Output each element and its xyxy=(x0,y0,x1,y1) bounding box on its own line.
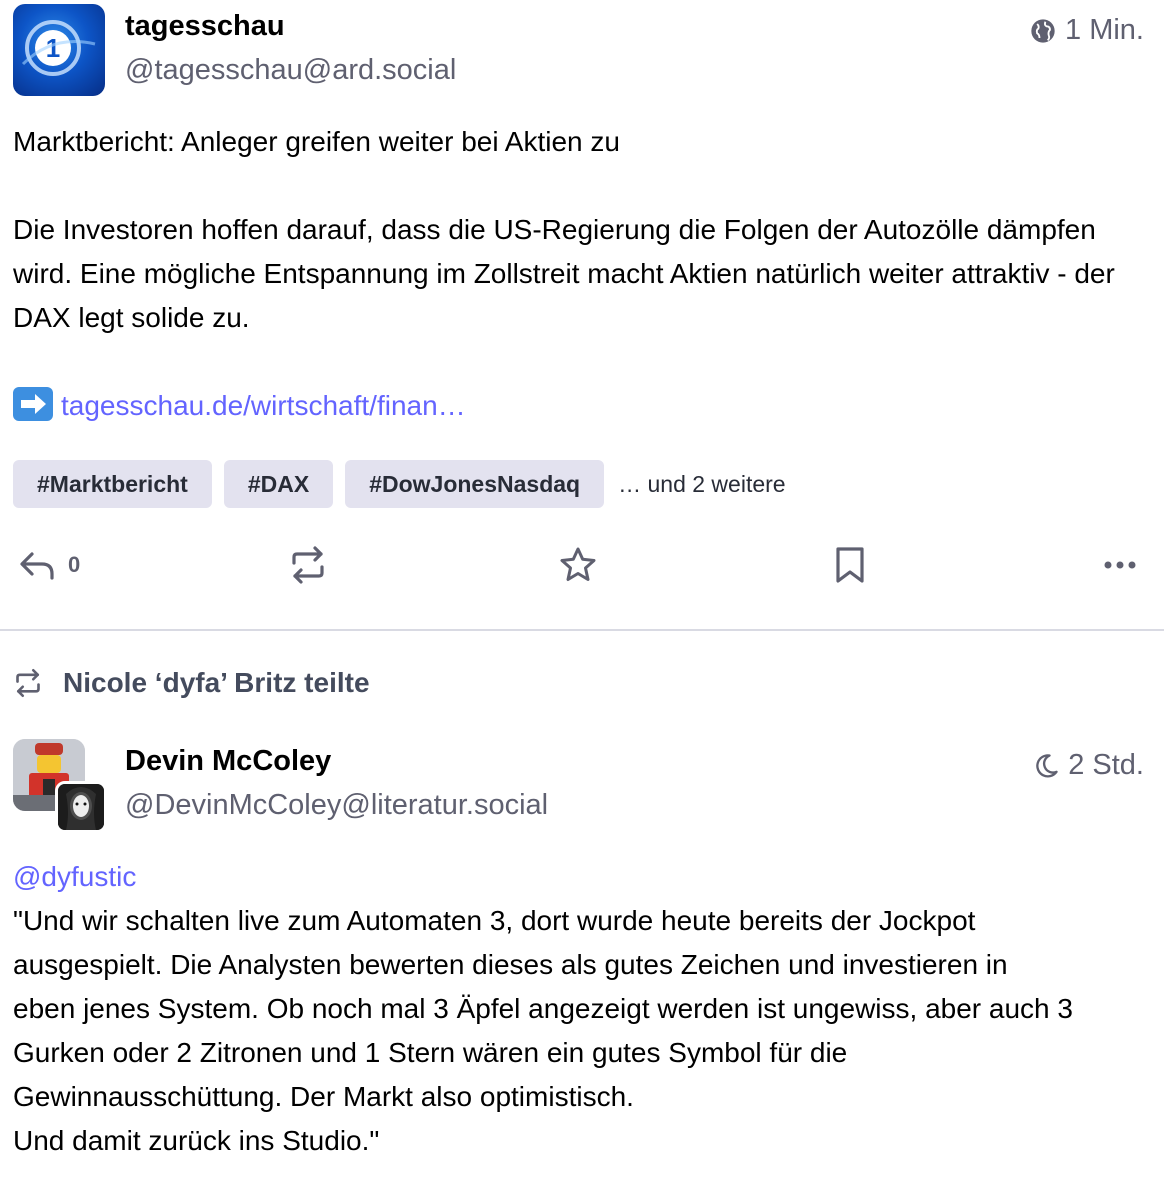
post-timestamp[interactable]: 2 Std. xyxy=(1032,749,1144,782)
hashtag-dax[interactable]: #DAX xyxy=(223,460,334,508)
reply-count: 0 xyxy=(68,552,81,577)
hashtag-more[interactable]: … und 2 weitere xyxy=(618,471,785,498)
hashtag-dowjonesnasdaq[interactable]: #DowJonesNasdaq xyxy=(345,460,605,508)
content-line: eben jenes System. Ob noch mal 3 Äpfel a… xyxy=(13,993,1073,1024)
status-devin-mccoley[interactable]: Nicole ‘dyfa’ Britz teilte Devin McColey… xyxy=(0,631,1164,1198)
hashtag-marktbericht[interactable]: #Marktbericht xyxy=(13,460,212,508)
moon-icon xyxy=(1036,753,1058,778)
bookmark-icon xyxy=(836,547,864,583)
reblog-prepend[interactable]: Nicole ‘dyfa’ Britz teilte xyxy=(13,667,370,699)
more-button[interactable] xyxy=(1102,540,1138,590)
mention-link[interactable]: @dyfustic xyxy=(13,861,136,892)
bookmark-button[interactable] xyxy=(830,540,870,590)
star-icon xyxy=(560,547,596,581)
time-label: 2 Std. xyxy=(1068,749,1144,781)
content-line: ausgespielt. Die Analysten bewerten dies… xyxy=(13,949,1008,980)
account-handle[interactable]: @tagesschau@ard.social xyxy=(125,54,456,87)
content-line: Gewinnausschüttung. Der Markt also optim… xyxy=(13,1081,634,1112)
content-line: Und damit zurück ins Studio." xyxy=(13,1125,380,1156)
right-arrow-icon xyxy=(13,387,53,421)
hashtag-bar: #Marktbericht #DAX #DowJonesNasdaq … und… xyxy=(13,460,786,508)
post-timestamp[interactable]: 1 Min. xyxy=(1029,14,1144,47)
portrait-icon xyxy=(58,784,104,830)
more-icon xyxy=(1104,561,1136,569)
status-tagesschau[interactable]: 1 tagesschau @tagesschau@ard.social 1 Mi… xyxy=(0,0,1164,630)
time-label: 1 Min. xyxy=(1065,14,1144,46)
boost-button[interactable] xyxy=(288,540,328,590)
avatar[interactable]: 1 xyxy=(13,4,105,96)
link-line: tagesschau.de/wirtschaft/finan… xyxy=(13,384,1144,428)
boost-icon xyxy=(292,546,324,584)
favourite-button[interactable] xyxy=(558,540,598,590)
status-content: @dyfustic "Und wir schalten live zum Aut… xyxy=(13,855,1144,1163)
display-name[interactable]: tagesschau xyxy=(125,10,285,43)
display-name[interactable]: Devin McColey xyxy=(125,745,331,778)
globe-icon xyxy=(1031,18,1055,43)
tagesschau-logo-icon: 1 xyxy=(21,20,96,76)
reply-icon xyxy=(20,552,54,580)
reply-button[interactable]: 0 xyxy=(18,540,80,590)
status-action-bar: 0 xyxy=(0,540,1164,590)
booster-avatar[interactable] xyxy=(55,781,107,833)
boost-icon xyxy=(16,668,40,698)
post-body: Die Investoren hoffen darauf, dass die U… xyxy=(13,214,1115,333)
content-line: Gurken oder 2 Zitronen und 1 Stern wären… xyxy=(13,1037,848,1068)
article-link[interactable]: tagesschau.de/wirtschaft/finan… xyxy=(61,390,466,421)
account-handle[interactable]: @DevinMcColey@literatur.social xyxy=(125,789,548,822)
reblog-label: Nicole ‘dyfa’ Britz teilte xyxy=(63,667,370,698)
status-content: Marktbericht: Anleger greifen weiter bei… xyxy=(13,120,1144,428)
content-line: "Und wir schalten live zum Automaten 3, … xyxy=(13,905,976,936)
post-headline: Marktbericht: Anleger greifen weiter bei… xyxy=(13,126,620,157)
